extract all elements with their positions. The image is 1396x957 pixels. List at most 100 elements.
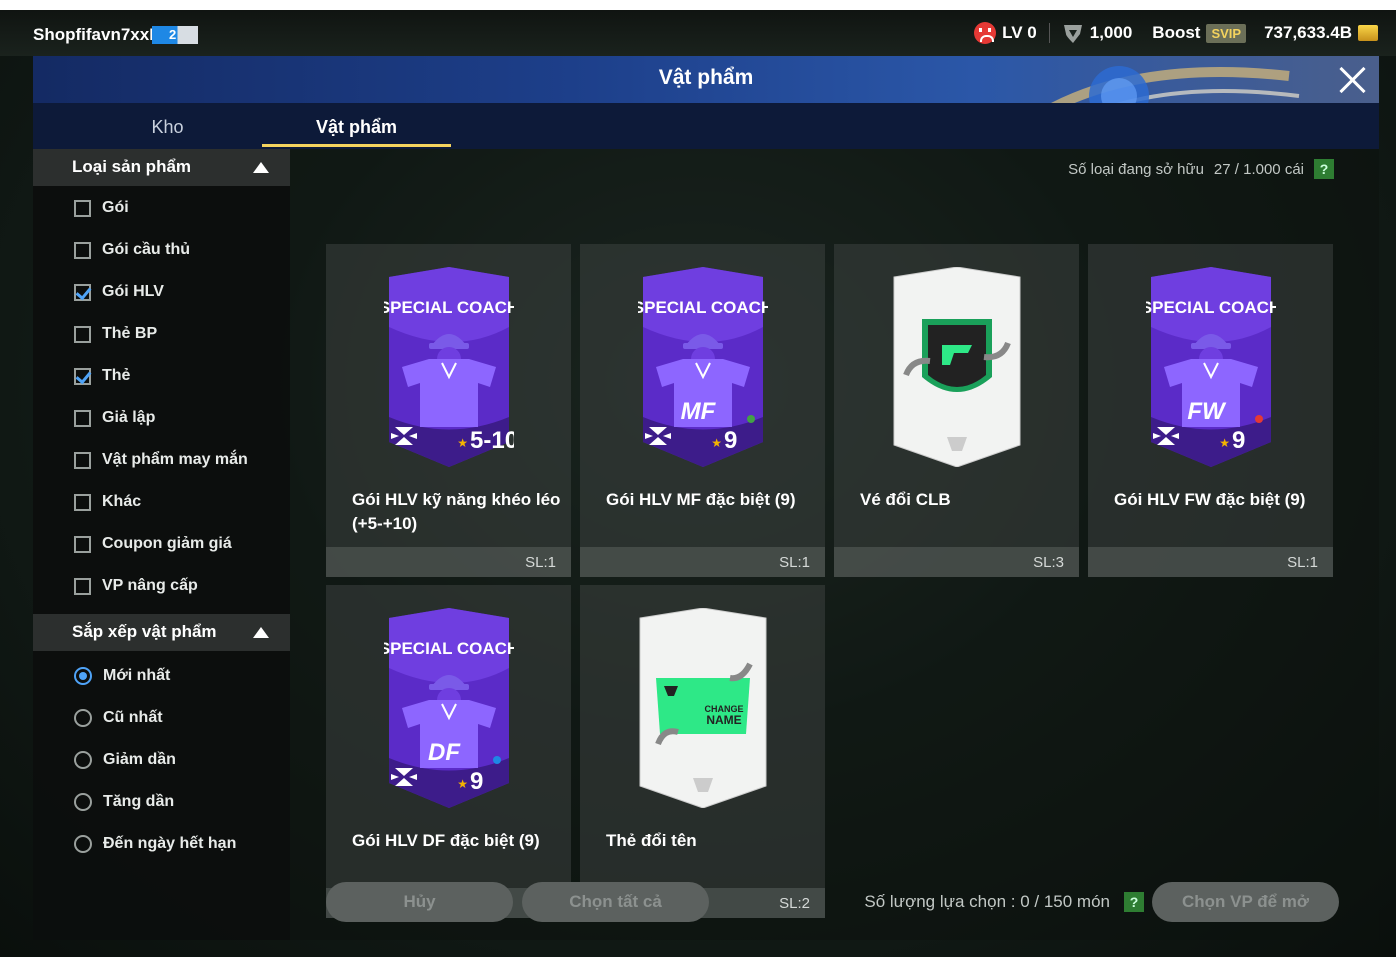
filter-option-label: Khác [102,493,142,510]
checkbox[interactable] [74,199,91,217]
item-card[interactable]: SPECIAL COACH MF ★ 9 Gói HLV MF đặc biệt… [580,244,825,577]
rename-art-text-2: NAME [706,713,741,727]
item-quantity: SL:1 [1287,554,1318,571]
filter-option[interactable]: Thẻ BP [74,325,157,343]
item-card[interactable]: Vé đổi CLB SL:3 [834,244,1079,577]
filter-option[interactable]: Coupon giảm giá [74,535,232,553]
filter-option[interactable]: VP nâng cấp [74,577,198,595]
radio-button[interactable] [74,709,92,727]
filter-option[interactable]: Gói cầu thủ [74,241,190,259]
item-name: Gói HLV FW đặc biệt (9) [1114,490,1306,509]
club-ticket-art [893,267,1021,467]
item-name: Gói HLV kỹ năng khéo léo (+5-+10) [352,490,561,533]
item-quantity: SL:3 [1033,554,1064,571]
sort-header[interactable]: Sắp xếp vật phẩm [33,614,290,651]
checkbox[interactable] [74,283,91,301]
item-card[interactable]: SPECIAL COACH ★ 5-10 Gói HLV kỹ năng khé… [326,244,571,577]
sort-option[interactable]: Mới nhất [74,667,170,685]
tab-bar: Kho Vật phẩm [33,103,1379,149]
item-card[interactable]: CHANGE NAME Thẻ đổi tên SL:2 [580,585,825,918]
divider [1048,23,1050,43]
filter-option-label: Thẻ [102,367,131,384]
sort-option-label: Tăng dần [103,793,175,810]
checkbox[interactable] [74,493,91,511]
card-header-text: SPECIAL COACH [384,298,514,317]
filter-option-label: Gói cầu thủ [102,241,190,258]
checkbox[interactable] [74,409,91,427]
item-card[interactable]: SPECIAL COACH FW ★ 9 Gói HLV FW đặc biệt… [1088,244,1333,577]
coach-pack-art: SPECIAL COACH MF ★ 9 [638,267,768,467]
selection-count: Số lượng lựa chọn : 0 / 150 món ? [864,892,1144,912]
sort-option-label: Mới nhất [103,667,171,684]
item-card[interactable]: SPECIAL COACH DF ★ 9 Gói HLV DF đặc biệt… [326,585,571,918]
card-grade-text: 9 [724,427,737,454]
select-all-button[interactable]: Chọn tất cả [522,882,709,922]
active-tab-indicator [262,144,451,147]
filter-option-label: Coupon giảm giá [102,535,232,552]
sort-option[interactable]: Tăng dần [74,793,174,811]
top-bar: Shopfifavn7xxB 2 LV 0 1,000 Boost SVIP 7… [0,10,1396,56]
checkbox[interactable] [74,367,91,385]
filter-option[interactable]: Khác [74,493,141,511]
open-selected-button[interactable]: Chọn VP để mở [1152,882,1339,922]
cancel-button[interactable]: Hủy [326,882,513,922]
card-position-text: FW [1187,398,1227,425]
svg-text:★: ★ [457,436,468,450]
radio-button[interactable] [74,793,92,811]
top-stats: LV 0 1,000 Boost SVIP 737,633.4B [974,22,1378,44]
close-button[interactable] [1335,63,1369,97]
item-quantity: SL:1 [525,554,556,571]
sort-option[interactable]: Đến ngày hết hạn [74,835,236,853]
title-bar: Vật phẩm [33,56,1379,103]
checkbox[interactable] [74,535,91,553]
checkbox[interactable] [74,577,91,595]
checkbox[interactable] [74,451,91,469]
svg-text:★: ★ [457,777,468,791]
item-name: Vé đổi CLB [860,490,951,509]
item-name: Thẻ đổi tên [606,831,697,850]
top-strip [0,0,1396,10]
category-header[interactable]: Loại sản phẩm [33,149,290,186]
coach-pack-art: SPECIAL COACH ★ 5-10 [384,267,514,467]
rename-card-art: CHANGE NAME [639,608,767,808]
checkbox[interactable] [74,325,91,343]
filter-option[interactable]: Thẻ [74,367,130,385]
svg-text:★: ★ [1219,436,1230,450]
filter-option-label: Giả lập [102,409,156,426]
sort-option-label: Đến ngày hết hạn [103,835,237,852]
tab-kho[interactable]: Kho [73,117,262,138]
help-icon[interactable]: ? [1124,892,1144,912]
filter-option[interactable]: Giả lập [74,409,155,427]
owned-info: Số loại đang sở hữu 27 / 1.000 cái ? [1068,159,1334,179]
sad-face-icon [974,22,997,44]
filter-option[interactable]: Gói [74,199,129,217]
filter-option[interactable]: Gói HLV [74,283,164,301]
sort-option-label: Cũ nhất [103,709,163,726]
item-name: Gói HLV MF đặc biệt (9) [606,490,796,509]
owned-value: 27 / 1.000 cái [1213,160,1304,178]
sort-option[interactable]: Giảm dần [74,751,176,769]
coach-pack-art: SPECIAL COACH FW ★ 9 [1146,267,1276,467]
bottom-bar: Hủy Chọn tất cả Số lượng lựa chọn : 0 / … [290,882,1379,940]
coach-pack-art: SPECIAL COACH DF ★ 9 [384,608,514,808]
checkbox[interactable] [74,241,91,259]
card-header-text: SPECIAL COACH [638,298,768,317]
svip-badge: SVIP [1206,23,1247,43]
window-title: Vật phẩm [658,66,754,89]
radio-button[interactable] [74,751,92,769]
collapse-arrow-icon[interactable] [253,162,269,173]
card-header-text: SPECIAL COACH [384,639,514,658]
selection-count-label: Số lượng lựa chọn : 0 / 150 món [864,892,1110,911]
tab-vat-pham[interactable]: Vật phẩm [262,117,451,138]
filter-option[interactable]: Vật phẩm may mắn [74,451,248,469]
coin-icon [1358,25,1378,41]
radio-button[interactable] [74,835,92,853]
item-name: Gói HLV DF đặc biệt (9) [352,831,540,850]
sort-option[interactable]: Cũ nhất [74,709,163,727]
items-window: Vật phẩm Kho Vật phẩm Loại sản phẩm Gói G… [33,56,1379,940]
radio-button[interactable] [74,667,92,685]
item-grid-area: Số loại đang sở hữu 27 / 1.000 cái ? SPE… [290,149,1379,940]
help-icon[interactable]: ? [1314,159,1334,179]
collapse-arrow-icon[interactable] [253,627,269,638]
filter-sidebar: Loại sản phẩm Gói Gói cầu thủ Gói HLV Thẻ B… [33,149,290,940]
